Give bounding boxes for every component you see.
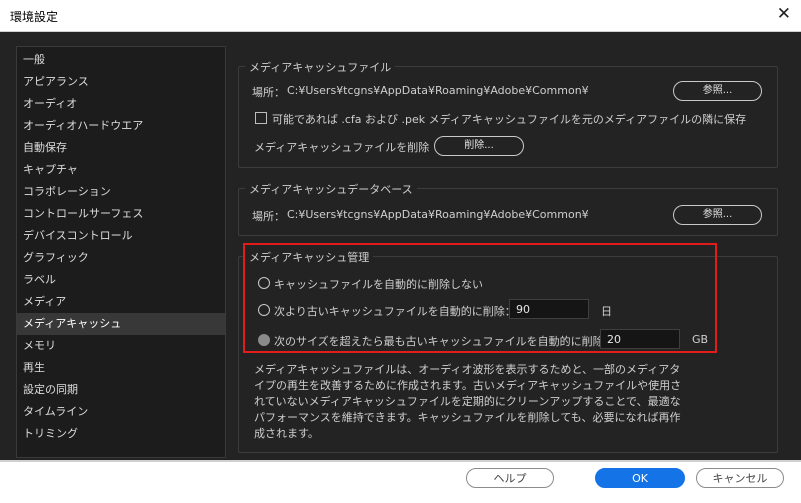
title-bar: 環境設定 ✕ [0,0,801,32]
sidebar-item-general[interactable]: 一般 [17,49,225,71]
sidebar-item-audio[interactable]: オーディオ [17,93,225,115]
delete-cache-files-button[interactable]: 削除... [434,136,524,156]
size-limit-unit: GB [692,333,709,346]
sidebar-item-trim[interactable]: トリミング [17,423,225,445]
sidebar-item-collaboration[interactable]: コラボレーション [17,181,225,203]
sidebar-item-media[interactable]: メディア [17,291,225,313]
size-limit-input[interactable]: 20 [600,329,680,349]
close-icon[interactable]: ✕ [777,4,791,24]
older-days-input[interactable]: 90 [509,299,589,319]
option-delete-older-label: 次より古いキャッシュファイルを自動的に削除： [274,305,516,318]
cache-files-location-path: C:¥Users¥tcgns¥AppData¥Roaming¥Adobe¥Com… [287,84,589,97]
window-title: 環境設定 [10,10,59,24]
sidebar-item-sync-settings[interactable]: 設定の同期 [17,379,225,401]
sidebar-item-memory[interactable]: メモリ [17,335,225,357]
preferences-sidebar: 一般 アピアランス オーディオ オーディオハードウエア 自動保存 キャプチャ コ… [16,46,226,458]
sidebar-item-graphics[interactable]: グラフィック [17,247,225,269]
cache-db-location-label: 場所： [252,210,285,223]
option-delete-over-size-label: 次のサイズを超えたら最も古いキャッシュファイルを自動的に削除： [274,335,615,348]
radio-never-delete[interactable] [258,277,270,289]
ok-button[interactable]: OK [595,468,685,488]
save-next-to-originals-label: 可能であれば .cfa および .pek メディアキャッシュファイルを元のメディ… [272,113,747,126]
cache-files-location-label: 場所： [252,86,285,99]
older-days-unit: 日 [601,305,612,318]
sidebar-item-timeline[interactable]: タイムライン [17,401,225,423]
option-never-delete-label: キャッシュファイルを自動的に削除しない [274,278,483,291]
delete-cache-files-label: メディアキャッシュファイルを削除 [254,141,430,154]
cache-db-location-path: C:¥Users¥tcgns¥AppData¥Roaming¥Adobe¥Com… [287,208,589,221]
sidebar-item-appearance[interactable]: アピアランス [17,71,225,93]
sidebar-item-control-surface[interactable]: コントロールサーフェス [17,203,225,225]
radio-delete-over-size[interactable] [258,334,270,346]
sidebar-item-playback[interactable]: 再生 [17,357,225,379]
save-next-to-originals-checkbox[interactable] [255,112,267,124]
footer-divider [0,460,801,462]
sidebar-item-capture[interactable]: キャプチャ [17,159,225,181]
radio-delete-older[interactable] [258,304,270,316]
cache-files-browse-button[interactable]: 参照... [673,81,762,101]
dialog-footer: ヘルプ OK キャンセル [0,460,801,503]
media-cache-management-legend: メディアキャッシュ管理 [245,249,374,265]
cache-db-browse-button[interactable]: 参照... [673,205,762,225]
media-cache-files-legend: メディアキャッシュファイル [245,59,396,75]
help-button[interactable]: ヘルプ [466,468,554,488]
media-cache-description: メディアキャッシュファイルは、オーディオ波形を表示するためと、一部のメディアタイ… [254,363,682,440]
sidebar-item-device-control[interactable]: デバイスコントロール [17,225,225,247]
sidebar-item-media-cache[interactable]: メディアキャッシュ [17,313,225,335]
cancel-button[interactable]: キャンセル [696,468,784,488]
sidebar-item-audio-hardware[interactable]: オーディオハードウエア [17,115,225,137]
sidebar-item-auto-save[interactable]: 自動保存 [17,137,225,159]
sidebar-item-labels[interactable]: ラベル [17,269,225,291]
media-cache-db-legend: メディアキャッシュデータベース [245,181,417,197]
